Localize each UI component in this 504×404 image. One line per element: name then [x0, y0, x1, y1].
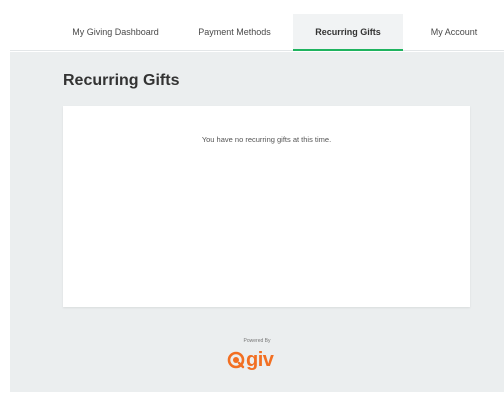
qgiv-logo-text: giv — [246, 349, 274, 371]
empty-state-message: You have no recurring gifts at this time… — [201, 135, 332, 144]
page-title: Recurring Gifts — [63, 72, 180, 89]
top-nav: My Giving Dashboard Payment Methods Recu… — [10, 14, 504, 51]
main-content: Recurring Gifts You have no recurring gi… — [10, 52, 504, 392]
tab-my-account[interactable]: My Account — [404, 14, 504, 51]
qgiv-logo[interactable]: giv — [227, 348, 288, 372]
qgiv-q-icon — [227, 351, 245, 369]
recurring-gifts-card: You have no recurring gifts at this time… — [63, 106, 470, 307]
tab-payment-methods[interactable]: Payment Methods — [177, 14, 292, 51]
tab-my-giving-dashboard[interactable]: My Giving Dashboard — [53, 14, 178, 51]
powered-by-label: Powered By — [243, 338, 271, 344]
tab-recurring-gifts[interactable]: Recurring Gifts — [293, 14, 403, 51]
